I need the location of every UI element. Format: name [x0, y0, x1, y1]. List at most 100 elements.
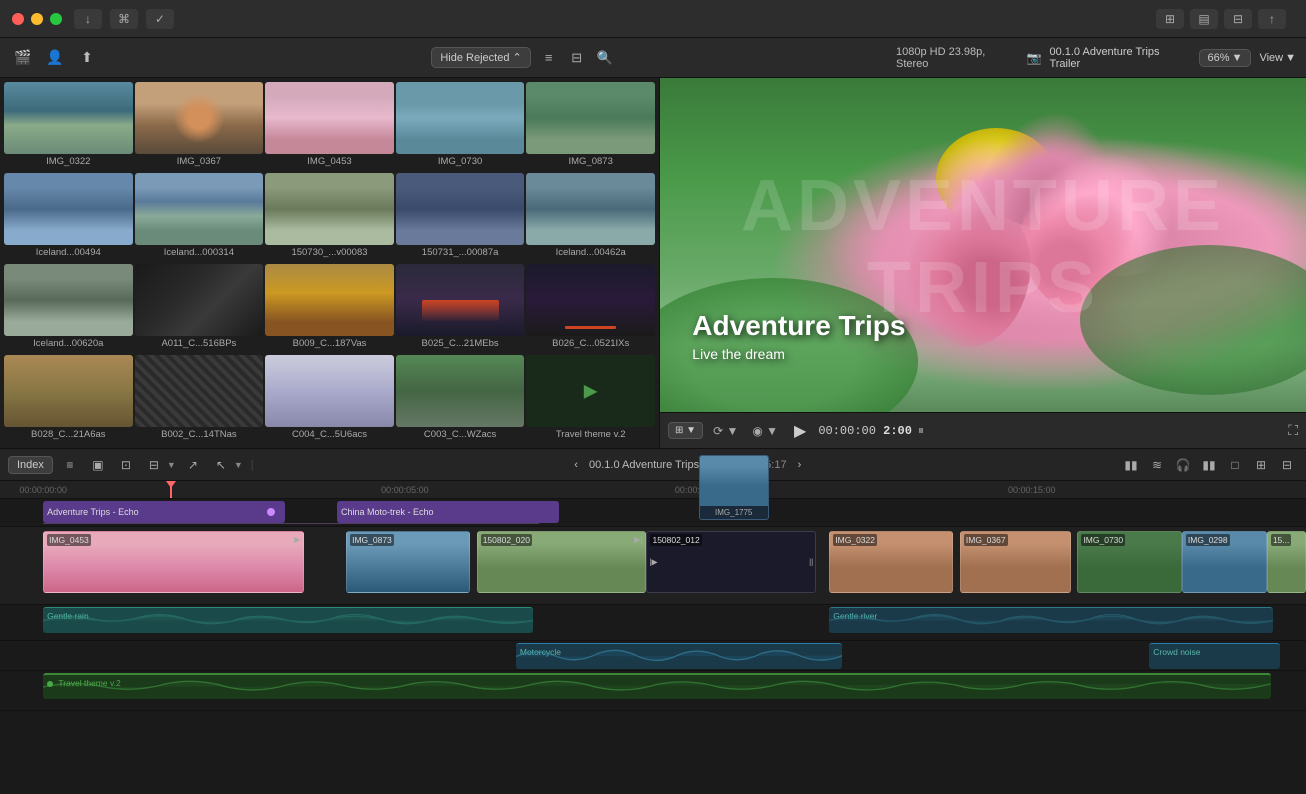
ruler-mark-0: 00:00:00:00: [19, 485, 67, 495]
media-item[interactable]: 150731_...00087a: [396, 173, 525, 262]
check-button[interactable]: ✓: [146, 9, 174, 29]
video-clip-15[interactable]: 15...: [1267, 531, 1306, 593]
media-item[interactable]: C003_C...WZacs: [396, 355, 525, 444]
media-item[interactable]: Iceland...000314: [135, 173, 264, 262]
audio-clip-china[interactable]: China Moto-trek - Echo: [337, 501, 559, 523]
video-clip-img0453[interactable]: IMG_0453 ▶: [43, 531, 304, 593]
media-item[interactable]: B002_C...14TNas: [135, 355, 264, 444]
list-view-icon[interactable]: ≡: [539, 48, 559, 68]
close-button[interactable]: [12, 13, 24, 25]
video-clip-150802-020[interactable]: 150802_020 ▶|: [477, 531, 647, 593]
nav-next[interactable]: ›: [798, 459, 802, 471]
media-item[interactable]: IMG_0873: [526, 82, 655, 171]
audio-clip-adventure[interactable]: Adventure Trips - Echo: [43, 501, 285, 523]
export-button[interactable]: ↑: [1258, 9, 1286, 29]
media-thumb: [135, 264, 264, 336]
clip-marker-left: |▶: [649, 558, 657, 567]
arrow-tool[interactable]: ↗: [182, 454, 204, 476]
media-item-label: IMG_0322: [4, 154, 133, 169]
video-clip-img0322[interactable]: IMG_0322: [829, 531, 953, 593]
view-mode-button[interactable]: ⊞ ▼: [668, 422, 703, 439]
index-button[interactable]: Index: [8, 456, 53, 474]
clip-icon[interactable]: ▣: [87, 454, 109, 476]
clip-marker-right-3: ||: [809, 558, 813, 567]
transform-button[interactable]: ⟳ ▼: [709, 422, 742, 440]
timeline-project-info: ‹ 00.1.0 Adventure Trips Trailer 01:05:1…: [262, 459, 1114, 471]
clip-appearance-btn[interactable]: ▮▮: [1120, 454, 1142, 476]
hide-rejected-button[interactable]: Hide Rejected ⌃: [431, 47, 530, 68]
media-item[interactable]: Iceland...00494: [4, 173, 133, 262]
video-clip-img0367[interactable]: IMG_0367: [960, 531, 1071, 593]
maximize-button[interactable]: [50, 13, 62, 25]
layout-icon-2[interactable]: ⊟: [143, 454, 165, 476]
green-clip-travel[interactable]: Travel theme v.2: [43, 673, 1271, 699]
effects-button[interactable]: ◉ ▼: [748, 422, 782, 440]
media-item-label: B028_C...21A6as: [4, 427, 133, 442]
media-item[interactable]: IMG_0367: [135, 82, 264, 171]
media-item-label: Iceland...00620a: [4, 336, 133, 351]
media-item[interactable]: IMG_0730: [396, 82, 525, 171]
minimize-button[interactable]: [31, 13, 43, 25]
view-button[interactable]: View ▼: [1259, 52, 1296, 64]
key-button[interactable]: ⌘: [110, 9, 138, 29]
fullscreen-button[interactable]: ⛶: [1288, 422, 1298, 439]
toolbar-center: Hide Rejected ⌃ ≡ ⊟ 🔍: [156, 47, 890, 68]
playhead[interactable]: [170, 481, 172, 499]
mute-btn[interactable]: ▮▮: [1198, 454, 1220, 476]
grid-view-icon[interactable]: ⊟: [567, 48, 587, 68]
clip-label-img0453: IMG_0453: [47, 534, 91, 546]
film-icon-button[interactable]: 🎬: [10, 45, 36, 71]
video-clip-img0873[interactable]: IMG_0873: [346, 531, 470, 593]
titlebar: ↓ ⌘ ✓ ⊞ ▤ ⊟ ↑: [0, 0, 1306, 38]
play-button[interactable]: ▶: [794, 421, 806, 441]
video-clip-img0298[interactable]: IMG_0298: [1182, 531, 1267, 593]
waveform-btn[interactable]: ≋: [1146, 454, 1168, 476]
media-item[interactable]: A011_C...516BPs: [135, 264, 264, 353]
cursor-dropdown[interactable]: ▼: [234, 460, 243, 470]
media-item[interactable]: Travel theme v.2: [526, 355, 655, 444]
cursor-tool[interactable]: ↖: [210, 454, 232, 476]
waveform-clip-crowd[interactable]: Crowd noise: [1149, 643, 1280, 669]
media-item[interactable]: B025_C...21MEbs: [396, 264, 525, 353]
preview-title-sub: Live the dream: [692, 346, 905, 362]
list-icon[interactable]: ≡: [59, 454, 81, 476]
media-item[interactable]: B026_C...0521IXs: [526, 264, 655, 353]
waveform-clip-river[interactable]: Gentle river: [829, 607, 1273, 633]
waveform-clip-moto[interactable]: Motorcycle: [516, 643, 843, 669]
expand-btn[interactable]: ⊞: [1250, 454, 1272, 476]
chevron-up-icon: ⌃: [512, 51, 521, 64]
timecode-display: 00:00:00 2:00: [818, 424, 912, 438]
nav-prev[interactable]: ‹: [574, 459, 578, 471]
media-item[interactable]: Iceland...00620a: [4, 264, 133, 353]
waveform-clip-rain[interactable]: Gentle rain: [43, 607, 533, 633]
media-item[interactable]: 150730_...v00083: [265, 173, 394, 262]
layout-button[interactable]: ▤: [1190, 9, 1218, 29]
media-item[interactable]: B009_C...187Vas: [265, 264, 394, 353]
video-clip-150802-012[interactable]: 150802_012 |▶ ||: [646, 531, 816, 593]
video-clip-img0730[interactable]: IMG_0730: [1077, 531, 1181, 593]
preview-controls: ⊞ ▼ ⟳ ▼ ◉ ▼ ▶ 00:00:00 2:00 ⏸ ⛶: [660, 412, 1306, 448]
zoom-out-btn[interactable]: ⊟: [1276, 454, 1298, 476]
view-label: View: [1259, 52, 1283, 64]
media-item[interactable]: Iceland...00462a: [526, 173, 655, 262]
solo-btn[interactable]: □: [1224, 454, 1246, 476]
grid-view-button[interactable]: ⊞: [1156, 9, 1184, 29]
waveform-river-svg: [829, 608, 1273, 633]
crop-icon[interactable]: ⊡: [115, 454, 137, 476]
download-button[interactable]: ↓: [74, 9, 102, 29]
media-thumb: [135, 355, 264, 427]
share-icon-button[interactable]: ⬆: [74, 45, 100, 71]
media-item[interactable]: B028_C...21A6as: [4, 355, 133, 444]
media-item[interactable]: C004_C...5U6acs: [265, 355, 394, 444]
clip-label-img0873: IMG_0873: [350, 534, 394, 546]
zoom-button[interactable]: 66% ▼: [1199, 49, 1252, 67]
media-item-label: A011_C...516BPs: [135, 336, 264, 351]
columns-button[interactable]: ⊟: [1224, 9, 1252, 29]
media-item[interactable]: IMG_0322: [4, 82, 133, 171]
media-item[interactable]: IMG_0453: [265, 82, 394, 171]
dropdown-arrow[interactable]: ▼: [167, 460, 176, 470]
person-icon-button[interactable]: 👤: [42, 45, 68, 71]
headphone-btn[interactable]: 🎧: [1172, 454, 1194, 476]
search-icon[interactable]: 🔍: [595, 48, 615, 68]
waveform-label-crowd: Crowd noise: [1153, 647, 1200, 657]
